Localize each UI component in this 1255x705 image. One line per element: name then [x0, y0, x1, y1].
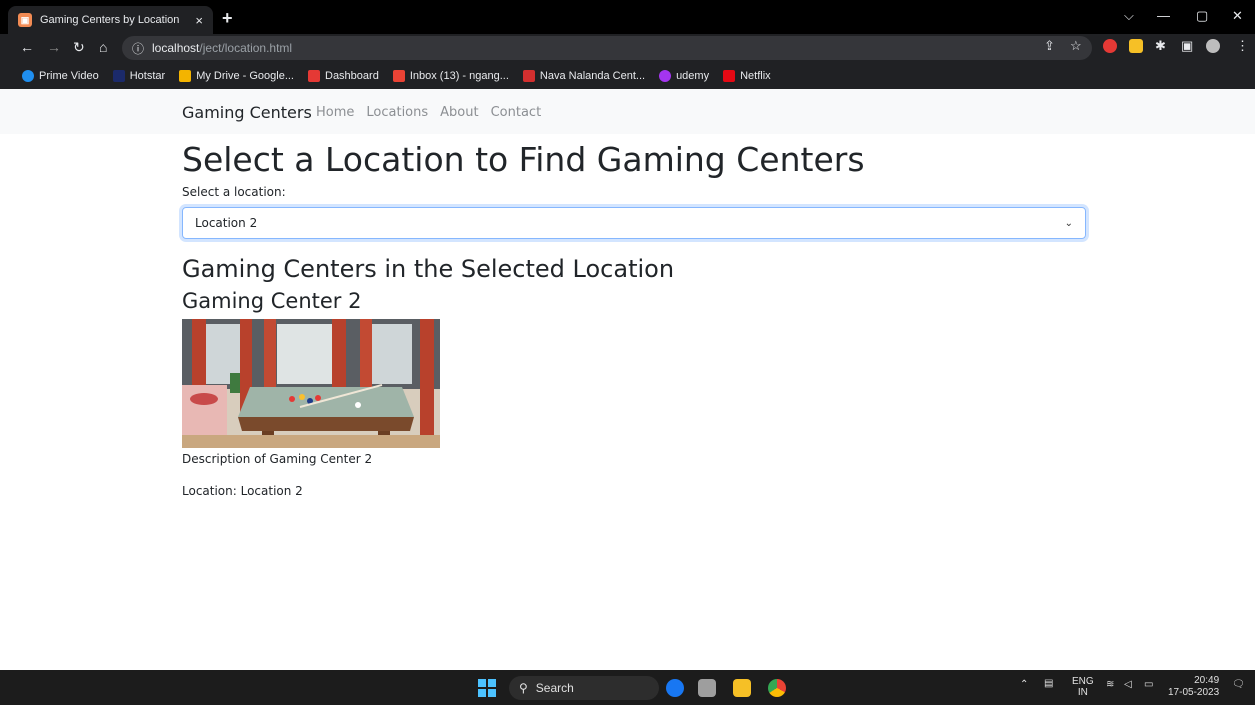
results-heading: Gaming Centers in the Selected Location [182, 255, 675, 283]
reload-icon[interactable]: ↻ [73, 39, 85, 56]
battery-icon[interactable]: ▭ [1144, 679, 1153, 690]
gaming-center-location: Location: Location 2 [182, 484, 303, 498]
address-bar[interactable]: ⓘ localhost/ject/location.html [122, 36, 1092, 60]
file-explorer-icon[interactable] [733, 679, 751, 697]
url-host: localhost [152, 41, 200, 55]
side-panel-icon[interactable]: ▣ [1181, 38, 1193, 54]
extension-yellow-icon[interactable] [1129, 39, 1143, 53]
bookmark-udemy[interactable]: udemy [659, 69, 709, 82]
forward-icon[interactable]: → [47, 39, 61, 55]
location-select-label: Select a location: [182, 185, 286, 199]
bookmark-prime-video[interactable]: Prime Video [22, 69, 99, 82]
back-icon[interactable]: ← [20, 39, 34, 55]
nav-link-home[interactable]: Home [316, 105, 354, 120]
pool-table-room-illustration [182, 319, 440, 448]
maximize-icon[interactable]: ▢ [1196, 8, 1208, 24]
drive-icon [179, 69, 192, 82]
tab-favicon-icon: ▣ [18, 13, 32, 27]
windows-start-icon[interactable] [478, 679, 496, 697]
tab-title: Gaming Centers by Location [40, 14, 180, 26]
page-title: Select a Location to Find Gaming Centers [182, 140, 865, 179]
site-info-icon[interactable]: ⓘ [132, 40, 144, 57]
nav-link-locations[interactable]: Locations [366, 105, 428, 120]
system-clock[interactable]: 20:49 17-05-2023 [1168, 675, 1219, 699]
task-view-icon[interactable] [698, 679, 716, 697]
gaming-center-image [182, 319, 440, 448]
bookmarks-bar: Prime Video Hotstar My Drive - Google...… [0, 62, 1255, 89]
share-icon[interactable]: ⇪ [1044, 38, 1055, 54]
chrome-icon[interactable] [768, 679, 786, 697]
url-path: /ject/location.html [199, 41, 293, 55]
tray-chevron-up-icon[interactable]: ⌃ [1020, 679, 1028, 690]
location-select-value: Location 2 [195, 216, 258, 230]
gaming-center-name: Gaming Center 2 [182, 289, 362, 313]
bookmark-netflix[interactable]: Netflix [723, 69, 771, 82]
wifi-icon[interactable]: ≋ [1106, 679, 1114, 690]
site-navbar: Gaming Centers Home Locations About Cont… [0, 89, 1255, 134]
chevron-down-icon: ⌄ [1064, 217, 1073, 229]
window-close-icon[interactable]: ✕ [1232, 8, 1243, 24]
netflix-icon [723, 69, 736, 82]
nava-nalanda-icon [522, 69, 535, 82]
browser-tab[interactable]: ▣ Gaming Centers by Location × [8, 6, 213, 34]
gaming-center-description: Description of Gaming Center 2 [182, 452, 373, 466]
volume-icon[interactable]: ◁ [1124, 679, 1132, 690]
minimize-icon[interactable]: — [1157, 8, 1170, 23]
dashboard-icon [308, 69, 320, 82]
notification-icon[interactable]: 🗨 [1232, 679, 1245, 690]
prime-video-icon [22, 69, 34, 82]
extensions-puzzle-icon[interactable]: ✱ [1155, 38, 1166, 54]
menu-kebab-icon[interactable]: ⋮ [1236, 38, 1249, 54]
home-icon[interactable]: ⌂ [99, 39, 107, 55]
search-icon: ⚲ [519, 681, 528, 695]
hotstar-icon [112, 69, 125, 82]
new-tab-button[interactable]: + [222, 8, 233, 29]
bookmark-nava-nalanda[interactable]: Nava Nalanda Cent... [522, 69, 645, 82]
bookmark-dashboard[interactable]: Dashboard [308, 69, 379, 82]
language-indicator[interactable]: ENG IN [1072, 676, 1094, 698]
gmail-icon [392, 69, 405, 82]
nav-link-contact[interactable]: Contact [491, 105, 542, 120]
nav-link-about[interactable]: About [440, 105, 478, 120]
tab-close-icon[interactable]: × [195, 13, 203, 28]
main-content: Select a Location to Find Gaming Centers… [182, 134, 1086, 498]
profile-avatar-icon[interactable] [1206, 39, 1220, 53]
bing-icon[interactable] [666, 679, 684, 697]
location-select[interactable]: Location 2 ⌄ [182, 207, 1086, 239]
udemy-icon [659, 69, 672, 82]
bookmark-hotstar[interactable]: Hotstar [112, 69, 165, 82]
nav-links: Home Locations About Contact [316, 105, 541, 120]
browser-chrome: ▣ Gaming Centers by Location × + ⌵ — ▢ ✕… [0, 0, 1255, 89]
bookmark-my-drive[interactable]: My Drive - Google... [179, 69, 294, 82]
tab-strip: ▣ Gaming Centers by Location × + ⌵ — ▢ ✕ [0, 0, 1255, 34]
browser-toolbar: ← → ↻ ⌂ ⓘ localhost/ject/location.html ⇪… [0, 34, 1255, 62]
tray-app-icon[interactable]: ▤ [1044, 678, 1053, 689]
navbar-brand[interactable]: Gaming Centers [182, 103, 312, 122]
taskbar-search[interactable]: ⚲ Search [509, 676, 659, 700]
taskbar-search-label: Search [535, 681, 574, 695]
bookmark-inbox[interactable]: Inbox (13) - ngang... [392, 69, 509, 82]
windows-taskbar: ⚲ Search ⌃ ▤ ENG IN ≋ ◁ ▭ 20:49 17-05-20… [0, 670, 1255, 705]
extension-red-icon[interactable] [1103, 39, 1117, 53]
tab-search-icon[interactable]: ⌵ [1124, 8, 1134, 24]
bookmark-star-icon[interactable]: ☆ [1070, 38, 1082, 54]
